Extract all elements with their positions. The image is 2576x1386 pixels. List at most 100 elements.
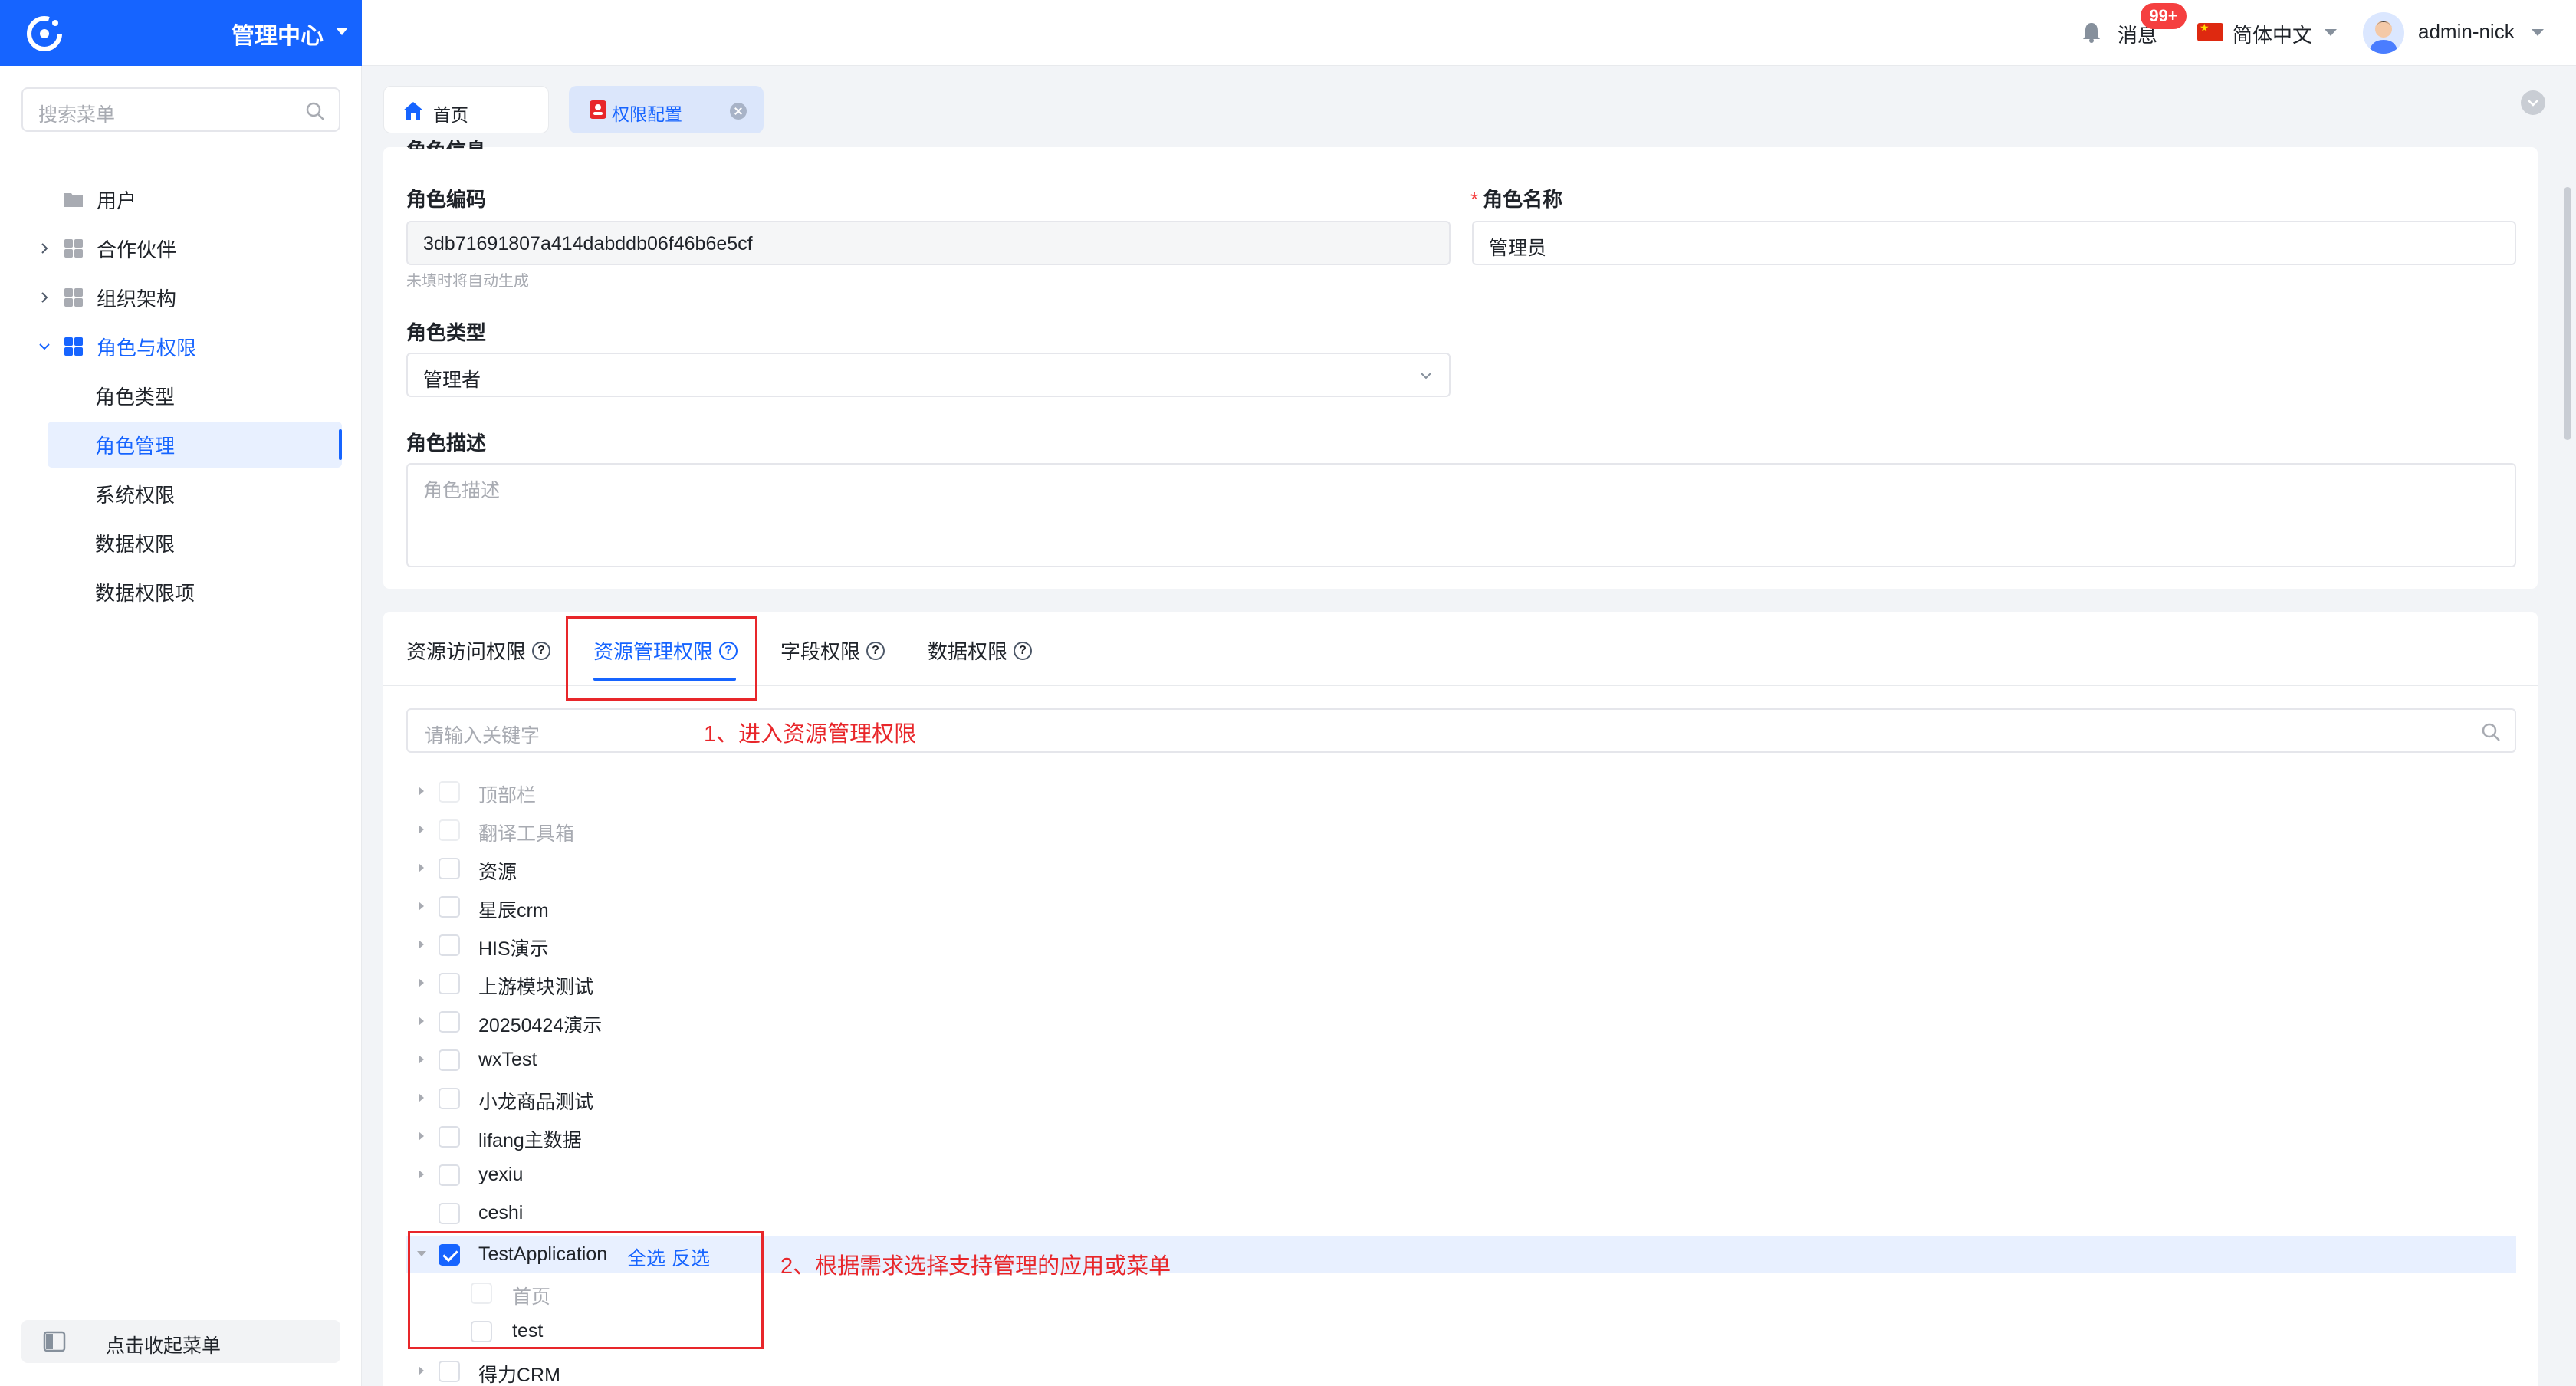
tree-node[interactable]: lifang主数据 [406, 1118, 2516, 1154]
tab-data-permissions[interactable]: 数据权限? [928, 636, 1033, 665]
tree-checkbox[interactable] [439, 1049, 460, 1071]
user-name[interactable]: admin-nick [2418, 20, 2515, 44]
role-name-label: * 角色名称 [1470, 188, 1563, 211]
caret-right-icon[interactable] [419, 1131, 424, 1141]
tree-node[interactable]: 顶部栏 [406, 773, 2516, 810]
sidebar-item-partners[interactable]: 合作伙伴 [0, 225, 362, 271]
caret-right-icon[interactable] [419, 1366, 424, 1375]
tab-label: 资源访问权限 [406, 640, 527, 663]
role-code-field[interactable]: 3db71691807a414dabddb06f46b6e5cf [406, 221, 1451, 265]
section-title: 角色信息 [406, 135, 486, 149]
messages-badge: 99+ [2141, 3, 2187, 29]
collapse-menu-button[interactable]: 点击收起菜单 [21, 1320, 340, 1363]
tree-node[interactable]: yexiu [406, 1156, 2516, 1193]
tab-resource-access[interactable]: 资源访问权限? [406, 636, 551, 665]
caret-right-icon[interactable] [419, 940, 424, 949]
tabs-more-icon[interactable] [2521, 90, 2545, 115]
sidebar-item-users[interactable]: 用户 [0, 176, 362, 222]
sidebar-item-system-permissions[interactable]: 系统权限 [0, 471, 362, 517]
annotation-step1: 1、进入资源管理权限 [704, 722, 917, 747]
caret-right-icon[interactable] [419, 787, 424, 796]
chevron-down-icon [1421, 373, 1431, 379]
annotation-step2: 2、根据需求选择支持管理的应用或菜单 [780, 1254, 1171, 1279]
annotation-box-step1 [566, 616, 757, 701]
tree-node[interactable]: wxTest [406, 1041, 2516, 1078]
tree-node-label: 资源 [478, 862, 518, 883]
tree-node-label: ceshi [478, 1202, 524, 1223]
sidebar-item-label: 组织架构 [97, 287, 177, 310]
sidebar-item-role-management[interactable]: 角色管理 [48, 422, 342, 468]
caret-right-icon[interactable] [419, 863, 424, 872]
tab-label: 首页 [433, 105, 468, 125]
tree-checkbox[interactable] [439, 934, 460, 956]
collapse-menu-label: 点击收起菜单 [106, 1335, 222, 1357]
caret-right-icon[interactable] [419, 1055, 424, 1064]
avatar[interactable] [2363, 12, 2404, 54]
tree-checkbox[interactable] [439, 1203, 460, 1224]
tree-node[interactable]: 20250424演示 [406, 1003, 2516, 1040]
tree-checkbox[interactable] [439, 1361, 460, 1382]
caret-right-icon[interactable] [419, 1017, 424, 1026]
tree-node-label: 星辰crm [478, 900, 549, 921]
tree-checkbox[interactable] [439, 973, 460, 994]
keyword-placeholder: 请输入关键字 [425, 725, 540, 747]
role-name-value: 管理员 [1489, 238, 1547, 259]
caret-right-icon[interactable] [419, 825, 424, 834]
logo-icon [27, 16, 62, 51]
caret-right-icon[interactable] [419, 1093, 424, 1102]
sidebar-item-label: 数据权限项 [95, 581, 196, 605]
menu-search-placeholder: 搜索菜单 [38, 104, 116, 126]
close-icon[interactable] [730, 103, 747, 120]
sidebar-item-label: 用户 [97, 189, 137, 212]
tab-permission-config[interactable]: 权限配置 [569, 86, 764, 133]
role-desc-textarea[interactable]: 角色描述 [406, 463, 2516, 567]
tree-node-label: 小龙商品测试 [478, 1092, 594, 1113]
tree-node[interactable]: 资源 [406, 849, 2516, 886]
tree-node-label: 上游模块测试 [478, 977, 594, 998]
tree-node[interactable]: 上游模块测试 [406, 964, 2516, 1001]
tree-node[interactable]: HIS演示 [406, 926, 2516, 963]
tree-checkbox[interactable] [439, 896, 460, 918]
caret-right-icon[interactable] [419, 1170, 424, 1179]
brand-title[interactable]: 管理中心 [232, 17, 324, 51]
chevron-down-icon[interactable] [2325, 29, 2337, 36]
tree-node[interactable]: 星辰crm [406, 888, 2516, 925]
language-selector[interactable]: 简体中文 [2233, 20, 2312, 48]
tab-field-permissions[interactable]: 字段权限? [780, 636, 886, 665]
role-code-hint: 未填时将自动生成 [406, 273, 529, 290]
scrollbar[interactable] [2564, 187, 2571, 440]
caret-right-icon[interactable] [419, 902, 424, 911]
tree-node[interactable]: 翻译工具箱 [406, 811, 2516, 848]
tree-node-label: 20250424演示 [478, 1015, 603, 1036]
chevron-down-icon[interactable] [336, 28, 348, 35]
sidebar-item-org[interactable]: 组织架构 [0, 274, 362, 320]
tab-home[interactable]: 首页 [383, 86, 549, 133]
role-type-select[interactable]: 管理者 [406, 353, 1451, 397]
tree-node[interactable]: 小龙商品测试 [406, 1079, 2516, 1116]
role-name-field[interactable]: 管理员 [1472, 221, 2516, 265]
sidebar-item-role-types[interactable]: 角色类型 [0, 373, 362, 419]
chevron-down-icon[interactable] [2532, 29, 2544, 36]
caret-right-icon[interactable] [419, 978, 424, 987]
sidebar-item-label: 角色与权限 [97, 336, 197, 360]
tree-node-label: 翻译工具箱 [478, 823, 575, 845]
tree-checkbox[interactable] [439, 858, 460, 879]
tree-checkbox[interactable] [439, 1126, 460, 1148]
menu-search-input[interactable]: 搜索菜单 [21, 87, 340, 132]
tree-checkbox[interactable] [439, 1088, 460, 1109]
tree-checkbox[interactable] [439, 1011, 460, 1033]
china-flag-icon [2197, 21, 2223, 41]
tree-node-label: yexiu [478, 1164, 524, 1185]
sidebar-item-roles-permissions[interactable]: 角色与权限 [0, 324, 362, 369]
tree-node[interactable]: ceshi [406, 1194, 2516, 1231]
sidebar-item-label: 合作伙伴 [97, 238, 177, 261]
tree-checkbox[interactable] [439, 781, 460, 803]
grid-icon [64, 239, 83, 258]
sidebar-item-data-permissions[interactable]: 数据权限 [0, 520, 362, 566]
bell-icon[interactable] [2082, 21, 2101, 43]
tree-node[interactable]: 得力CRM [406, 1352, 2516, 1386]
tree-checkbox[interactable] [439, 819, 460, 841]
tree-checkbox[interactable] [439, 1164, 460, 1186]
question-icon: ? [866, 641, 886, 660]
sidebar-item-data-permission-items[interactable]: 数据权限项 [0, 569, 362, 615]
